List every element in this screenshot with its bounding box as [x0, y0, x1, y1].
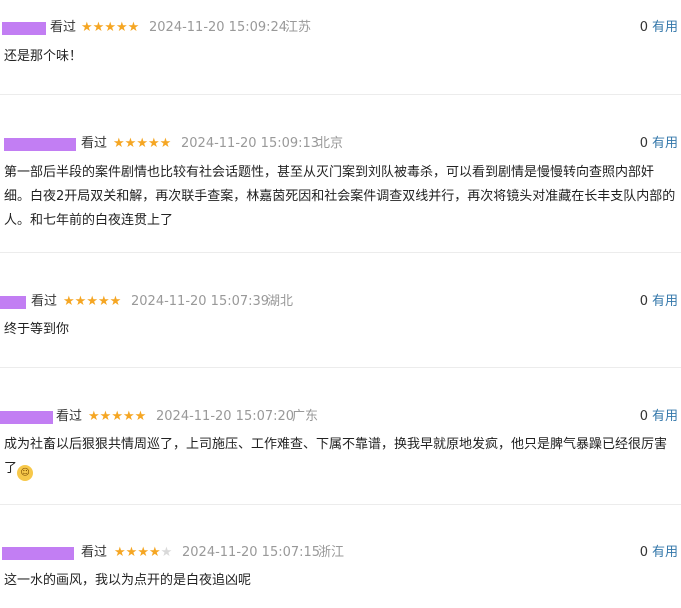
comment-text: 第一部后半段的案件剧情也比较有社会话题性，甚至从灭门案到刘队被毒杀，可以看到剧情… [4, 165, 676, 228]
rating-stars: ★★★★★ [113, 134, 171, 154]
comment-date: 2024-11-20 15:09:13 [181, 136, 320, 151]
star-icon: ★ [104, 20, 116, 35]
comment-date: 2024-11-20 15:07:39 [131, 294, 270, 309]
star-icon: ★ [115, 20, 128, 35]
comment-location: 湖北 [267, 294, 294, 309]
watch-status: 看过 [56, 409, 83, 424]
watch-status: 看过 [81, 545, 108, 560]
vote-area: 0 有用 [640, 18, 678, 38]
star-icon: ★ [137, 545, 149, 560]
username-redacted[interactable] [4, 138, 76, 151]
vote-area: 0 有用 [640, 407, 678, 427]
comment-location: 北京 [317, 136, 344, 151]
vote-area: 0 有用 [640, 543, 678, 563]
star-icon: ★ [86, 294, 98, 309]
username-redacted[interactable] [2, 547, 74, 560]
watch-status: 看过 [81, 136, 108, 151]
star-icon: ★ [136, 136, 148, 151]
watch-status: 看过 [50, 20, 77, 35]
divider [0, 504, 681, 505]
comment-header: 看过 ★★★★★ 2024-11-20 15:07:39 湖北 0 有用 [0, 292, 681, 312]
grinning-sweat-emoji-icon: ☺ [17, 465, 34, 481]
comment-text: 还是那个味！ [4, 49, 83, 64]
star-icon: ★ [88, 409, 100, 424]
comment-header: 看过 ★★★★★ 2024-11-20 15:09:13 北京 0 有用 [0, 134, 681, 154]
username-redacted[interactable] [0, 296, 26, 309]
comment-date: 2024-11-20 15:09:24 [149, 20, 288, 35]
useful-button[interactable]: 有用 [652, 545, 678, 560]
comment-header: 看过 ★★★★★ 2024-11-20 15:07:15 浙江 0 有用 [0, 543, 681, 563]
username-redacted[interactable] [2, 22, 46, 35]
vote-count: 0 [639, 409, 648, 424]
star-icon: ★ [124, 136, 137, 151]
star-icon: ★ [125, 545, 138, 560]
comment-text: 这一水的画风，我以为点开的是白夜追凶呢 [4, 573, 252, 588]
comment-text-block: 成为社畜以后狠狠共情周巡了，上司施压、工作难查、下属不靠谱，换我早就原地发疯，他… [4, 433, 678, 481]
star-icon: ★ [74, 294, 87, 309]
divider [0, 367, 681, 368]
username-redacted[interactable] [0, 411, 53, 424]
useful-button[interactable]: 有用 [652, 294, 678, 309]
vote-area: 0 有用 [640, 134, 678, 154]
rating-stars: ★★★★★ [81, 18, 139, 38]
star-icon: ★ [92, 20, 105, 35]
comment-location: 广东 [292, 409, 319, 424]
star-icon: ★ [99, 409, 112, 424]
star-icon: ★ [81, 20, 93, 35]
star-icon: ★ [114, 545, 126, 560]
star-empty-icon: ★ [160, 545, 173, 560]
divider [0, 94, 681, 95]
comment-text: 终于等到你 [4, 322, 70, 337]
rating-stars: ★★★★★ [114, 543, 172, 563]
star-icon: ★ [113, 136, 125, 151]
star-icon: ★ [134, 409, 147, 424]
comment-text: 成为社畜以后狠狠共情周巡了，上司施压、工作难查、下属不靠谱，换我早就原地发疯，他… [4, 437, 668, 476]
vote-count: 0 [639, 294, 648, 309]
rating-stars: ★★★★★ [88, 407, 146, 427]
star-icon: ★ [148, 545, 161, 560]
vote-count: 0 [639, 136, 648, 151]
star-icon: ★ [63, 294, 75, 309]
vote-area: 0 有用 [640, 292, 678, 312]
divider [0, 252, 681, 253]
comment-header: 看过 ★★★★★ 2024-11-20 15:09:24 江苏 0 有用 [0, 18, 681, 38]
star-icon: ★ [127, 20, 140, 35]
comment-header: 看过 ★★★★★ 2024-11-20 15:07:20 广东 0 有用 [0, 407, 681, 427]
comment-location: 江苏 [285, 20, 312, 35]
comment-date: 2024-11-20 15:07:20 [156, 409, 295, 424]
useful-button[interactable]: 有用 [652, 136, 678, 151]
comment-location: 浙江 [318, 545, 345, 560]
star-icon: ★ [122, 409, 135, 424]
star-icon: ★ [147, 136, 160, 151]
useful-button[interactable]: 有用 [652, 409, 678, 424]
vote-count: 0 [639, 545, 648, 560]
star-icon: ★ [111, 409, 123, 424]
vote-count: 0 [639, 20, 648, 35]
useful-button[interactable]: 有用 [652, 20, 678, 35]
watch-status: 看过 [31, 294, 58, 309]
star-icon: ★ [159, 136, 172, 151]
star-icon: ★ [97, 294, 110, 309]
comment-date: 2024-11-20 15:07:15 [182, 545, 321, 560]
rating-stars: ★★★★★ [63, 292, 121, 312]
star-icon: ★ [109, 294, 122, 309]
